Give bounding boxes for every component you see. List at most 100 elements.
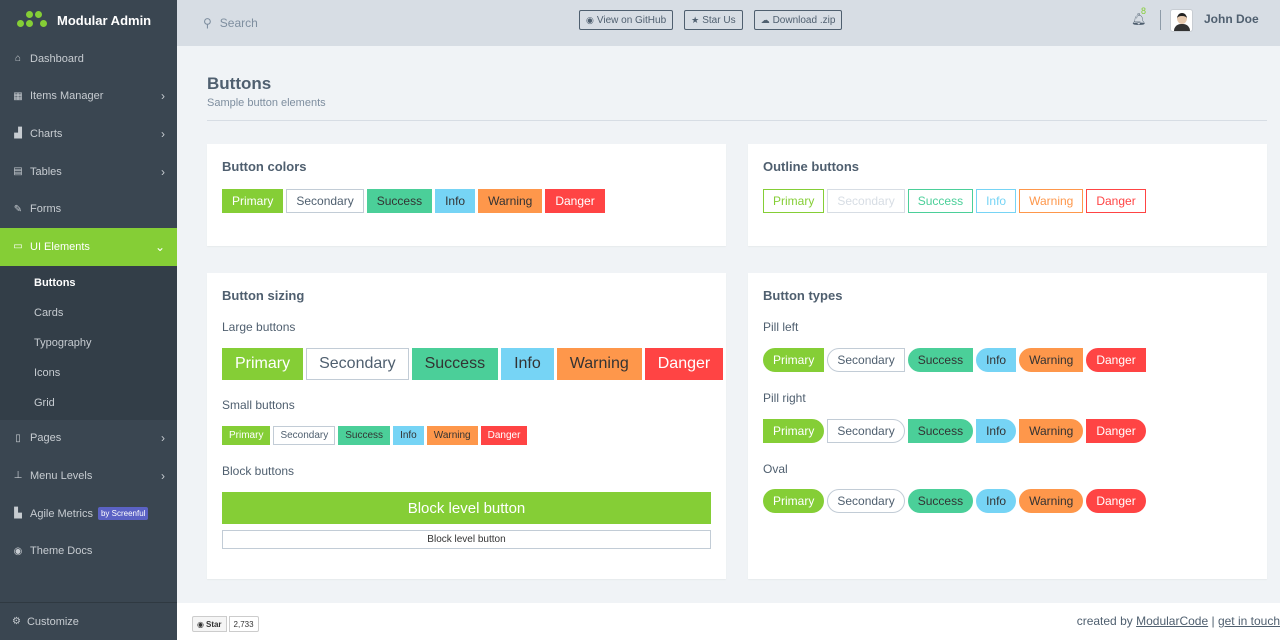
sidebar-item-label: Agile Metrics [30,507,93,520]
secondary-button[interactable]: Secondary [286,189,364,213]
sidebar-subitem-grid[interactable]: Grid [0,388,177,418]
notifications-button[interactable]: 🔔︎ 8 [1131,6,1146,26]
secondary-button[interactable]: Secondary [306,348,409,380]
info-outline-button[interactable]: Info [976,189,1017,213]
block-level-button-large[interactable]: Block level button [222,492,711,524]
success-button[interactable]: Success [907,348,974,372]
sidebar-item-pages[interactable]: ▯ Pages › [0,420,177,458]
warning-button[interactable]: Warning [478,189,543,213]
primary-outline-button[interactable]: Primary [763,189,825,213]
secondary-button[interactable]: Secondary [827,419,905,443]
success-button[interactable]: Success [907,489,974,513]
sidebar-item-forms[interactable]: ✎ Forms [0,190,177,228]
warning-button[interactable]: Warning [426,426,478,445]
warning-button[interactable]: Warning [1019,489,1084,513]
sidebar-subitem-buttons[interactable]: Buttons [0,268,177,298]
warning-outline-button[interactable]: Warning [1019,189,1084,213]
secondary-button[interactable]: Secondary [827,489,905,513]
github-star-count[interactable]: 2,733 [228,616,259,632]
sidebar-item-theme-docs[interactable]: ◉ Theme Docs [0,532,177,570]
page-subtitle: Sample button elements [207,97,326,109]
chevron-right-icon: › [161,89,165,104]
author-link[interactable]: ModularCode [1136,614,1208,628]
sidebar-item-charts[interactable]: ▟ Charts › [0,115,177,153]
table-icon: ▤ [13,166,23,178]
block-buttons-label: Block buttons [222,464,295,478]
danger-button[interactable]: Danger [644,348,724,380]
download-zip-button[interactable]: ☁ Download .zip [753,10,843,30]
primary-button[interactable]: Primary [763,489,825,513]
sidebar-item-dashboard[interactable]: ⌂ Dashboard [0,40,177,78]
oval-row: Primary Secondary Success Info Warning D… [763,489,1146,513]
block-level-button-small[interactable]: Block level button [222,530,711,549]
primary-button[interactable]: Primary [763,419,825,443]
primary-button[interactable]: Primary [222,348,304,380]
card-title: Button sizing [222,288,305,303]
success-button[interactable]: Success [907,419,974,443]
button-colors-card: Button colors Primary Secondary Success … [207,144,726,246]
avatar[interactable] [1170,9,1193,32]
info-button[interactable]: Info [976,348,1017,372]
success-outline-button[interactable]: Success [907,189,974,213]
search-input[interactable]: ⚲ Search [203,16,453,30]
info-button[interactable]: Info [976,489,1017,513]
search-placeholder: Search [219,16,258,30]
primary-button[interactable]: Primary [763,348,825,372]
info-button[interactable]: Info [976,419,1017,443]
sidebar-item-agile-metrics[interactable]: ▙ Agile Metrics by Screenful [0,495,177,533]
view-on-github-button[interactable]: ◉ View on GitHub [579,10,674,30]
large-buttons-label: Large buttons [222,320,296,334]
secondary-button[interactable]: Secondary [273,426,336,445]
secondary-button[interactable]: Secondary [827,348,905,372]
sidebar-item-items-manager[interactable]: ▦ Items Manager › [0,78,177,116]
warning-button[interactable]: Warning [556,348,642,380]
chevron-right-icon: › [161,164,165,179]
danger-button[interactable]: Danger [1086,348,1146,372]
star-us-button[interactable]: ★ Star Us [684,10,743,30]
edit-icon: ✎ [13,203,23,215]
chevron-down-icon: ⌄ [154,239,165,254]
header: ⚲ Search ◉ View on GitHub ★ Star Us ☁ Downl… [177,0,1280,46]
sidebar-subitem-cards[interactable]: Cards [0,298,177,328]
info-button[interactable]: Info [435,189,476,213]
sidebar-item-menu-levels[interactable]: ⊥ Menu Levels › [0,457,177,495]
contact-link[interactable]: get in touch [1218,614,1280,628]
download-zip-label: Download .zip [772,14,836,26]
info-button[interactable]: Info [393,426,424,445]
chevron-right-icon: › [161,468,165,483]
sidebar-subitem-typography[interactable]: Typography [0,328,177,358]
danger-button[interactable]: Danger [1086,419,1146,443]
github-star-button[interactable]: ◉ Star [192,616,227,632]
area-chart-icon: ▟ [14,128,22,140]
success-button[interactable]: Success [411,348,499,380]
primary-button[interactable]: Primary [222,189,284,213]
sidebar-subitem-icons[interactable]: Icons [0,358,177,388]
customize-button[interactable]: ⚙ Customize [0,602,177,640]
sidebar-item-label: Theme Docs [30,545,93,558]
brand[interactable]: Modular Admin [0,0,177,40]
info-button[interactable]: Info [501,348,554,380]
danger-outline-button[interactable]: Danger [1086,189,1146,213]
desktop-icon: ▭ [13,241,23,253]
sidebar-item-tables[interactable]: ▤ Tables › [0,153,177,191]
chevron-right-icon: › [161,431,165,446]
success-button[interactable]: Success [366,189,433,213]
sidebar-item-label: Menu Levels [30,469,93,482]
danger-button[interactable]: Danger [480,426,528,445]
sidebar-subnav: Buttons Cards Typography Icons Grid [0,265,177,420]
sidebar-item-ui-elements[interactable]: ▭ UI Elements ⌄ [0,227,177,266]
github-star-widget[interactable]: ◉ Star 2,733 [192,616,259,632]
small-button-row: Primary Secondary Success Info Warning D… [222,426,528,445]
primary-button[interactable]: Primary [222,426,271,445]
secondary-outline-button[interactable]: Secondary [827,189,905,213]
warning-button[interactable]: Warning [1019,348,1084,372]
user-name[interactable]: John Doe [1204,12,1259,26]
success-button[interactable]: Success [338,426,391,445]
warning-button[interactable]: Warning [1019,419,1084,443]
danger-button[interactable]: Danger [1086,489,1146,513]
danger-button[interactable]: Danger [545,189,605,213]
home-icon: ⌂ [14,53,22,65]
logo-icon [15,9,49,31]
page-title: Buttons [207,74,272,93]
sidebar: Modular Admin ⌂ Dashboard ▦ Items Manager ›… [0,0,177,640]
